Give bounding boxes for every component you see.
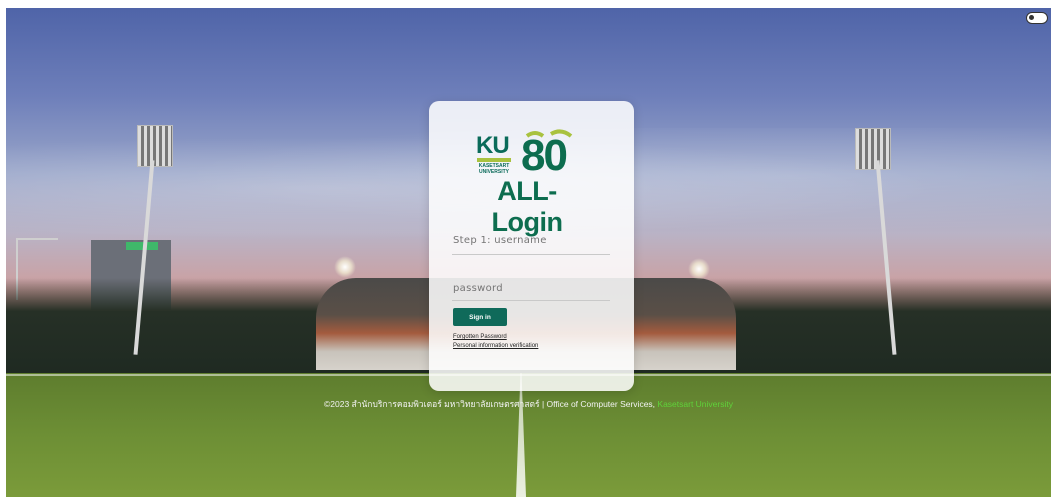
football-field [6,373,1051,497]
personal-verification-link[interactable]: Personal information verification [453,343,538,349]
app-title: ALL-Login [491,176,563,237]
forgot-password-link[interactable]: Forgotten Password [453,334,507,340]
footer: ©2023 สำนักบริการคอมพิวเตอร์ มหาวิทยาลัย… [324,397,733,411]
stadium-light-glow [688,258,710,280]
sign-in-button[interactable]: Sign in [453,308,507,326]
logo-ku-text: KU [476,132,510,159]
theme-toggle[interactable] [1026,12,1048,24]
floodlight-left [137,125,173,167]
floodlight-right [855,128,891,170]
anniversary-80-logo: 80 [521,129,573,176]
username-underline [452,254,610,255]
university-link[interactable]: Kasetsart University [657,399,733,409]
footer-copyright: ©2023 สำนักบริการคอมพิวเตอร์ มหาวิทยาลัย… [324,399,658,409]
password-input[interactable] [453,283,609,294]
logo-university-text: KASETSART UNIVERSITY [478,163,510,175]
stadium-light-glow [334,256,356,278]
logo-accent-bar [477,158,511,162]
password-underline [452,300,610,301]
anniversary-number: 80 [521,131,566,176]
username-input[interactable] [453,235,609,246]
toggle-icon [1029,15,1034,20]
